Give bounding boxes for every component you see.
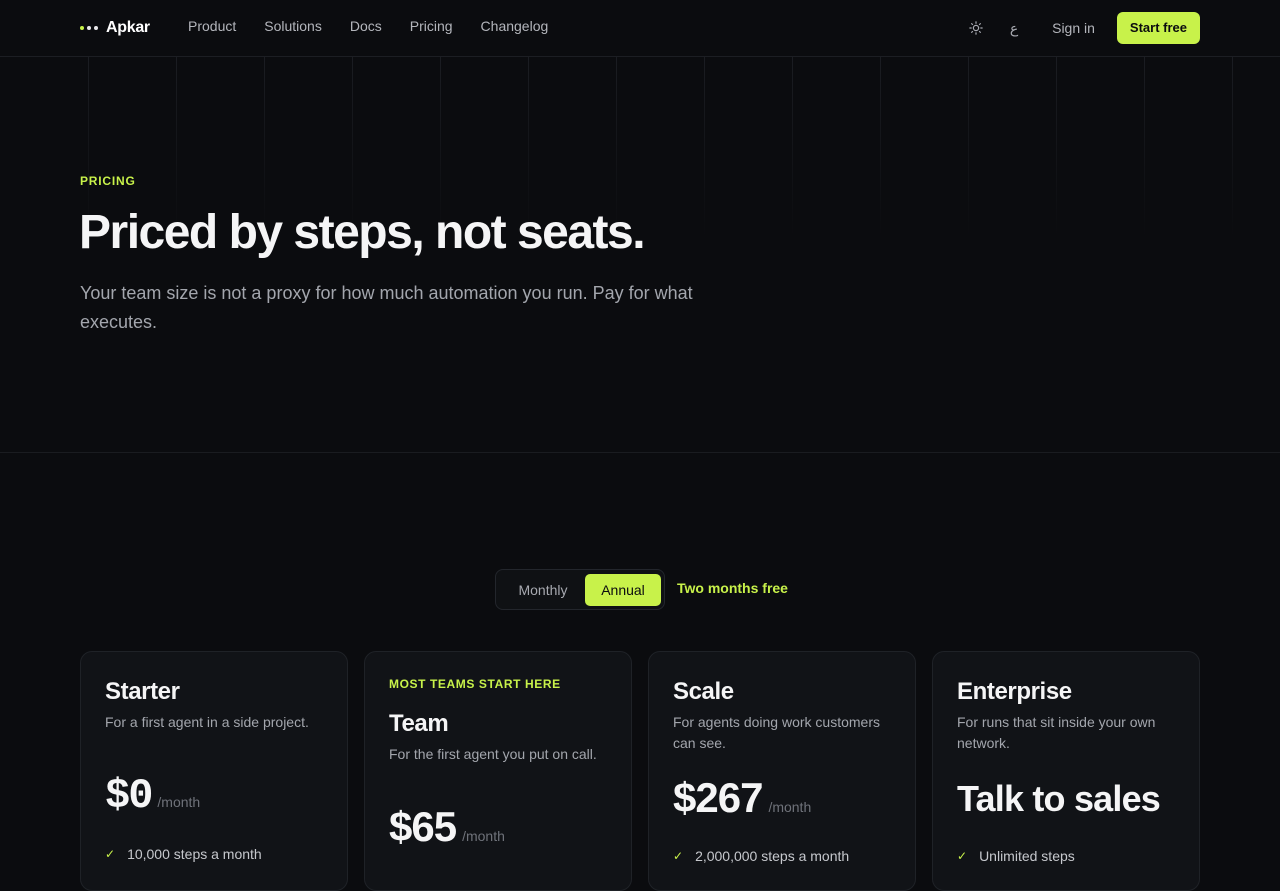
hero-eyebrow: PRICING	[80, 174, 136, 188]
plan-name: Starter	[105, 678, 180, 705]
plan-price-row: $267 /month	[673, 774, 811, 822]
plan-card-scale: Scale For agents doing work customers ca…	[648, 651, 916, 891]
plan-card-starter: Starter For a first agent in a side proj…	[80, 651, 348, 891]
plan-feature: ✓ 2,000,000 steps a month	[673, 848, 849, 864]
plan-description: For the first agent you put on call.	[389, 746, 597, 762]
plan-card-enterprise: Enterprise For runs that sit inside your…	[932, 651, 1200, 891]
check-icon: ✓	[105, 847, 116, 861]
billing-period-toggle: Monthly Annual	[495, 569, 665, 610]
page-title: Priced by steps, not seats.	[79, 206, 646, 259]
language-glyph-icon: ع	[1009, 19, 1019, 36]
plan-feature-text: 2,000,000 steps a month	[695, 848, 850, 864]
billing-monthly-option[interactable]: Monthly	[501, 574, 585, 606]
plan-period: /month	[462, 828, 505, 844]
plan-price: $0	[105, 772, 153, 820]
start-free-button[interactable]: Start free	[1116, 12, 1200, 44]
plan-period: /month	[157, 794, 201, 810]
annual-discount-note: Two months free	[677, 580, 788, 596]
billing-annual-option[interactable]: Annual	[585, 574, 661, 606]
sign-in-link[interactable]: Sign in	[1052, 20, 1095, 36]
logo-dots-icon	[80, 26, 98, 30]
sun-icon	[969, 21, 983, 35]
theme-toggle-button[interactable]	[960, 12, 992, 44]
plan-name: Team	[389, 710, 449, 737]
plan-price-row: $0 /month	[105, 772, 200, 820]
plan-description: For a first agent in a side project.	[105, 714, 309, 730]
plan-feature: ✓ Unlimited steps	[957, 848, 1075, 864]
plan-name: Scale	[673, 678, 734, 705]
plan-card-team: MOST TEAMS START HERE Team For the first…	[364, 651, 632, 891]
plan-description: For runs that sit inside your own networ…	[957, 714, 1156, 751]
nav-link-product[interactable]: Product	[188, 18, 236, 34]
plan-name: Enterprise	[957, 678, 1072, 705]
pricing-hero: PRICING Priced by steps, not seats. Your…	[0, 57, 1280, 453]
nav-link-docs[interactable]: Docs	[350, 18, 382, 34]
plan-price: Talk to sales	[957, 778, 1161, 819]
brand-logo[interactable]: Apkar	[80, 16, 150, 40]
nav-link-pricing[interactable]: Pricing	[410, 18, 453, 34]
plan-description: For agents doing work customers can see.	[673, 714, 880, 751]
nav-link-solutions[interactable]: Solutions	[264, 18, 322, 34]
top-navbar: Apkar Product Solutions Docs Pricing Cha…	[0, 0, 1280, 57]
check-icon: ✓	[673, 849, 684, 863]
main-nav: Product Solutions Docs Pricing Changelog	[188, 18, 548, 34]
hero-subtitle: Your team size is not a proxy for how mu…	[80, 283, 693, 332]
plan-period: /month	[768, 799, 812, 815]
plan-price: $65	[389, 803, 457, 850]
nav-link-changelog[interactable]: Changelog	[481, 18, 549, 34]
language-toggle-button[interactable]: ع	[998, 12, 1030, 44]
plan-feature-text: Unlimited steps	[979, 848, 1075, 864]
nav-actions: ع Sign in Start free	[960, 12, 1200, 44]
brand-name: Apkar	[106, 19, 150, 36]
plan-price-row: $65 /month	[389, 803, 505, 851]
plan-price: $267	[673, 774, 763, 821]
recommended-badge: MOST TEAMS START HERE	[389, 677, 561, 691]
check-icon: ✓	[957, 849, 968, 863]
